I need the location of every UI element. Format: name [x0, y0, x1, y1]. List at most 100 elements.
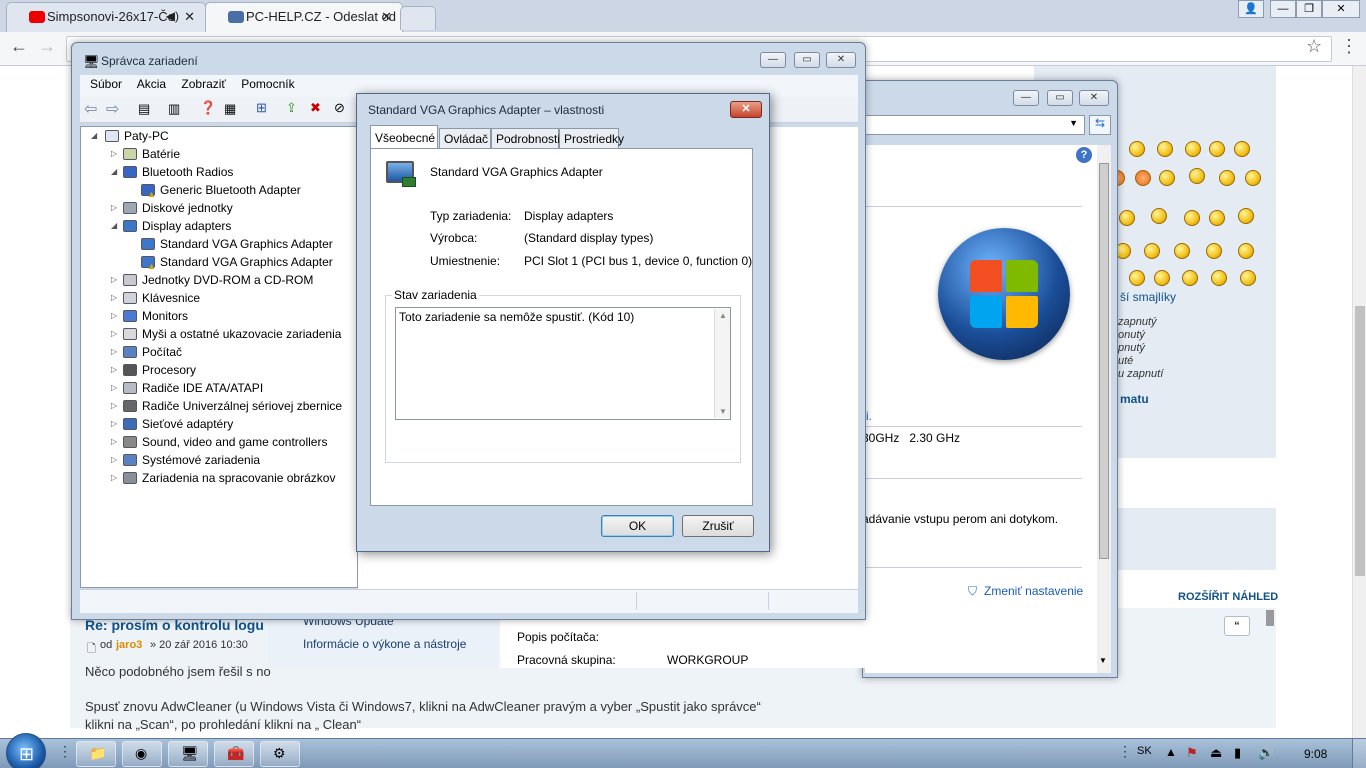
toolbox-task-button[interactable]: 🧰 [214, 741, 254, 767]
refresh-icon[interactable]: ⇆ [1089, 115, 1111, 135]
smiley-icon[interactable] [1154, 270, 1170, 286]
help-icon[interactable]: ? [1076, 147, 1092, 163]
scrollbar-thumb[interactable] [1355, 306, 1365, 576]
collapse-arrow-icon[interactable]: ◢ [111, 167, 117, 176]
tree-root[interactable]: Paty-PC [124, 127, 169, 145]
smiley-icon[interactable] [1209, 141, 1225, 157]
post-scrollbar[interactable] [1266, 610, 1274, 626]
new-tab-button[interactable] [400, 6, 436, 30]
browser-tab-pchelp[interactable]: PC-HELP.CZ - Odeslat od ✕ [205, 2, 403, 32]
smiley-icon[interactable] [1209, 210, 1225, 226]
smiley-icon[interactable] [1240, 270, 1256, 286]
scroll-up-arrow-icon[interactable]: ▲ [719, 311, 727, 320]
chrome-task-button[interactable]: ◉ [122, 741, 162, 767]
smiley-icon[interactable] [1135, 170, 1151, 186]
scan-hardware-icon[interactable]: ⊞ [256, 100, 267, 116]
smiley-icon[interactable] [1219, 170, 1235, 186]
smiley-icon[interactable] [1174, 243, 1190, 259]
disable-icon[interactable]: ⊘ [334, 100, 345, 116]
smiley-icon[interactable] [1151, 208, 1167, 224]
expand-arrow-icon[interactable]: ▷ [111, 329, 117, 338]
smiley-icon[interactable] [1238, 208, 1254, 224]
help-icon[interactable]: ❓ [200, 100, 216, 116]
action-center-icon[interactable]: ⚑ [1186, 745, 1198, 761]
menu-action[interactable]: Akcia [137, 77, 166, 91]
back-arrow-icon[interactable]: ⇦ [84, 99, 97, 119]
tree-node[interactable]: Generic Bluetooth Adapter [160, 181, 301, 199]
tree-node[interactable]: Procesory [142, 361, 196, 379]
close-button[interactable]: ✕ [730, 101, 762, 118]
option-link-bold[interactable]: matu [1120, 392, 1149, 406]
menu-icon[interactable]: ⋮ [1340, 36, 1358, 57]
close-tab-icon[interactable]: ✕ [381, 9, 392, 25]
network-signal-icon[interactable]: ▮ [1234, 745, 1241, 761]
close-button[interactable]: ✕ [1079, 90, 1109, 106]
more-smileys-link[interactable]: ší smajlíky [1120, 290, 1176, 304]
collapse-arrow-icon[interactable]: ◢ [91, 131, 97, 140]
devmgr-task-button[interactable]: ⚙ [260, 741, 300, 767]
tree-node[interactable]: Display adapters [142, 217, 231, 235]
details-icon[interactable]: ▥ [168, 101, 180, 117]
smiley-icon[interactable] [1211, 270, 1227, 286]
collapse-arrow-icon[interactable]: ◢ [111, 221, 117, 230]
speaker-muted-icon[interactable]: ◀) [166, 9, 179, 23]
close-tab-icon[interactable]: ✕ [184, 9, 195, 25]
start-button[interactable]: ⊞ [6, 733, 46, 768]
maximize-button[interactable]: ▭ [794, 52, 820, 68]
expand-arrow-icon[interactable]: ▷ [111, 401, 117, 410]
forward-arrow-icon[interactable]: ⇨ [106, 99, 119, 119]
clock[interactable]: 9:08 [1304, 747, 1327, 761]
smiley-icon[interactable] [1144, 243, 1160, 259]
smiley-icon[interactable] [1157, 141, 1173, 157]
system-task-button[interactable]: 🖥 [168, 741, 208, 767]
smiley-icon[interactable] [1238, 243, 1254, 259]
smiley-icon[interactable] [1119, 210, 1135, 226]
expand-arrow-icon[interactable]: ▷ [111, 419, 117, 428]
change-settings-link[interactable]: Zmeniť nastavenie [984, 584, 1083, 598]
expand-arrow-icon[interactable]: ▷ [111, 311, 117, 320]
expand-arrow-icon[interactable]: ▷ [111, 383, 117, 392]
tab-resources[interactable]: Prostriedky [559, 128, 624, 148]
tab-driver[interactable]: Ovládač [439, 128, 491, 148]
forward-arrow-icon[interactable]: → [38, 36, 56, 57]
tree-node[interactable]: Sieťové adaptéry [142, 415, 233, 433]
page-scrollbar[interactable] [1352, 66, 1366, 738]
expand-arrow-icon[interactable]: ▷ [111, 149, 117, 158]
device-status-textbox[interactable]: Toto zariadenie sa nemôže spustiť. (Kód … [395, 307, 731, 420]
tree-node[interactable]: Jednotky DVD-ROM a CD-ROM [142, 271, 313, 289]
maximize-button[interactable]: ▭ [1047, 90, 1073, 106]
tree-node[interactable]: Počítač [142, 343, 182, 361]
bookmark-star-icon[interactable]: ☆ [1306, 36, 1322, 57]
uninstall-icon[interactable]: ✖ [310, 100, 321, 116]
expand-arrow-icon[interactable]: ▷ [111, 365, 117, 374]
close-button[interactable]: ✕ [826, 52, 856, 68]
tree-node[interactable]: Radiče IDE ATA/ATAPI [142, 379, 263, 397]
expand-arrow-icon[interactable]: ▷ [111, 293, 117, 302]
address-field[interactable]: ▼ [865, 115, 1085, 135]
menu-help[interactable]: Pomocník [241, 77, 294, 91]
browser-tab-simpsons[interactable]: Simpsonovi-26x17-Če ◀) ✕ [6, 2, 206, 32]
tree-node[interactable]: Zariadenia na spracovanie obrázkov [142, 469, 335, 487]
tree-node[interactable]: Klávesnice [142, 289, 200, 307]
system-scrollbar[interactable] [1097, 145, 1111, 673]
smiley-icon[interactable] [1185, 141, 1201, 157]
dropdown-arrow-icon[interactable]: ▼ [1069, 118, 1078, 128]
volume-icon[interactable]: 🔊 [1258, 745, 1274, 761]
smiley-icon[interactable] [1206, 243, 1222, 259]
scroll-down-arrow-icon[interactable]: ▼ [1099, 656, 1107, 665]
ok-button[interactable]: OK [601, 515, 674, 537]
usb-icon[interactable]: ⏏ [1210, 745, 1222, 761]
properties-icon[interactable]: ▤ [138, 101, 150, 117]
menu-view[interactable]: Zobraziť [181, 77, 226, 91]
view-icon[interactable]: ▦ [224, 101, 236, 117]
expand-arrow-icon[interactable]: ▷ [111, 473, 117, 482]
tree-node[interactable]: Sound, video and game controllers [142, 433, 327, 451]
show-desktop-button[interactable] [1352, 739, 1366, 768]
restore-button[interactable]: ❐ [1296, 0, 1322, 18]
device-tree[interactable]: ◢ Paty-PC ▷ Batérie ◢ Bluetooth Radios ▲ Gene… [80, 126, 358, 588]
post-author[interactable]: jaro3 [116, 639, 142, 651]
smiley-icon[interactable] [1129, 141, 1145, 157]
scroll-down-arrow-icon[interactable]: ▼ [719, 407, 727, 416]
tree-node[interactable]: Batérie [142, 145, 180, 163]
smiley-icon[interactable] [1189, 168, 1205, 184]
